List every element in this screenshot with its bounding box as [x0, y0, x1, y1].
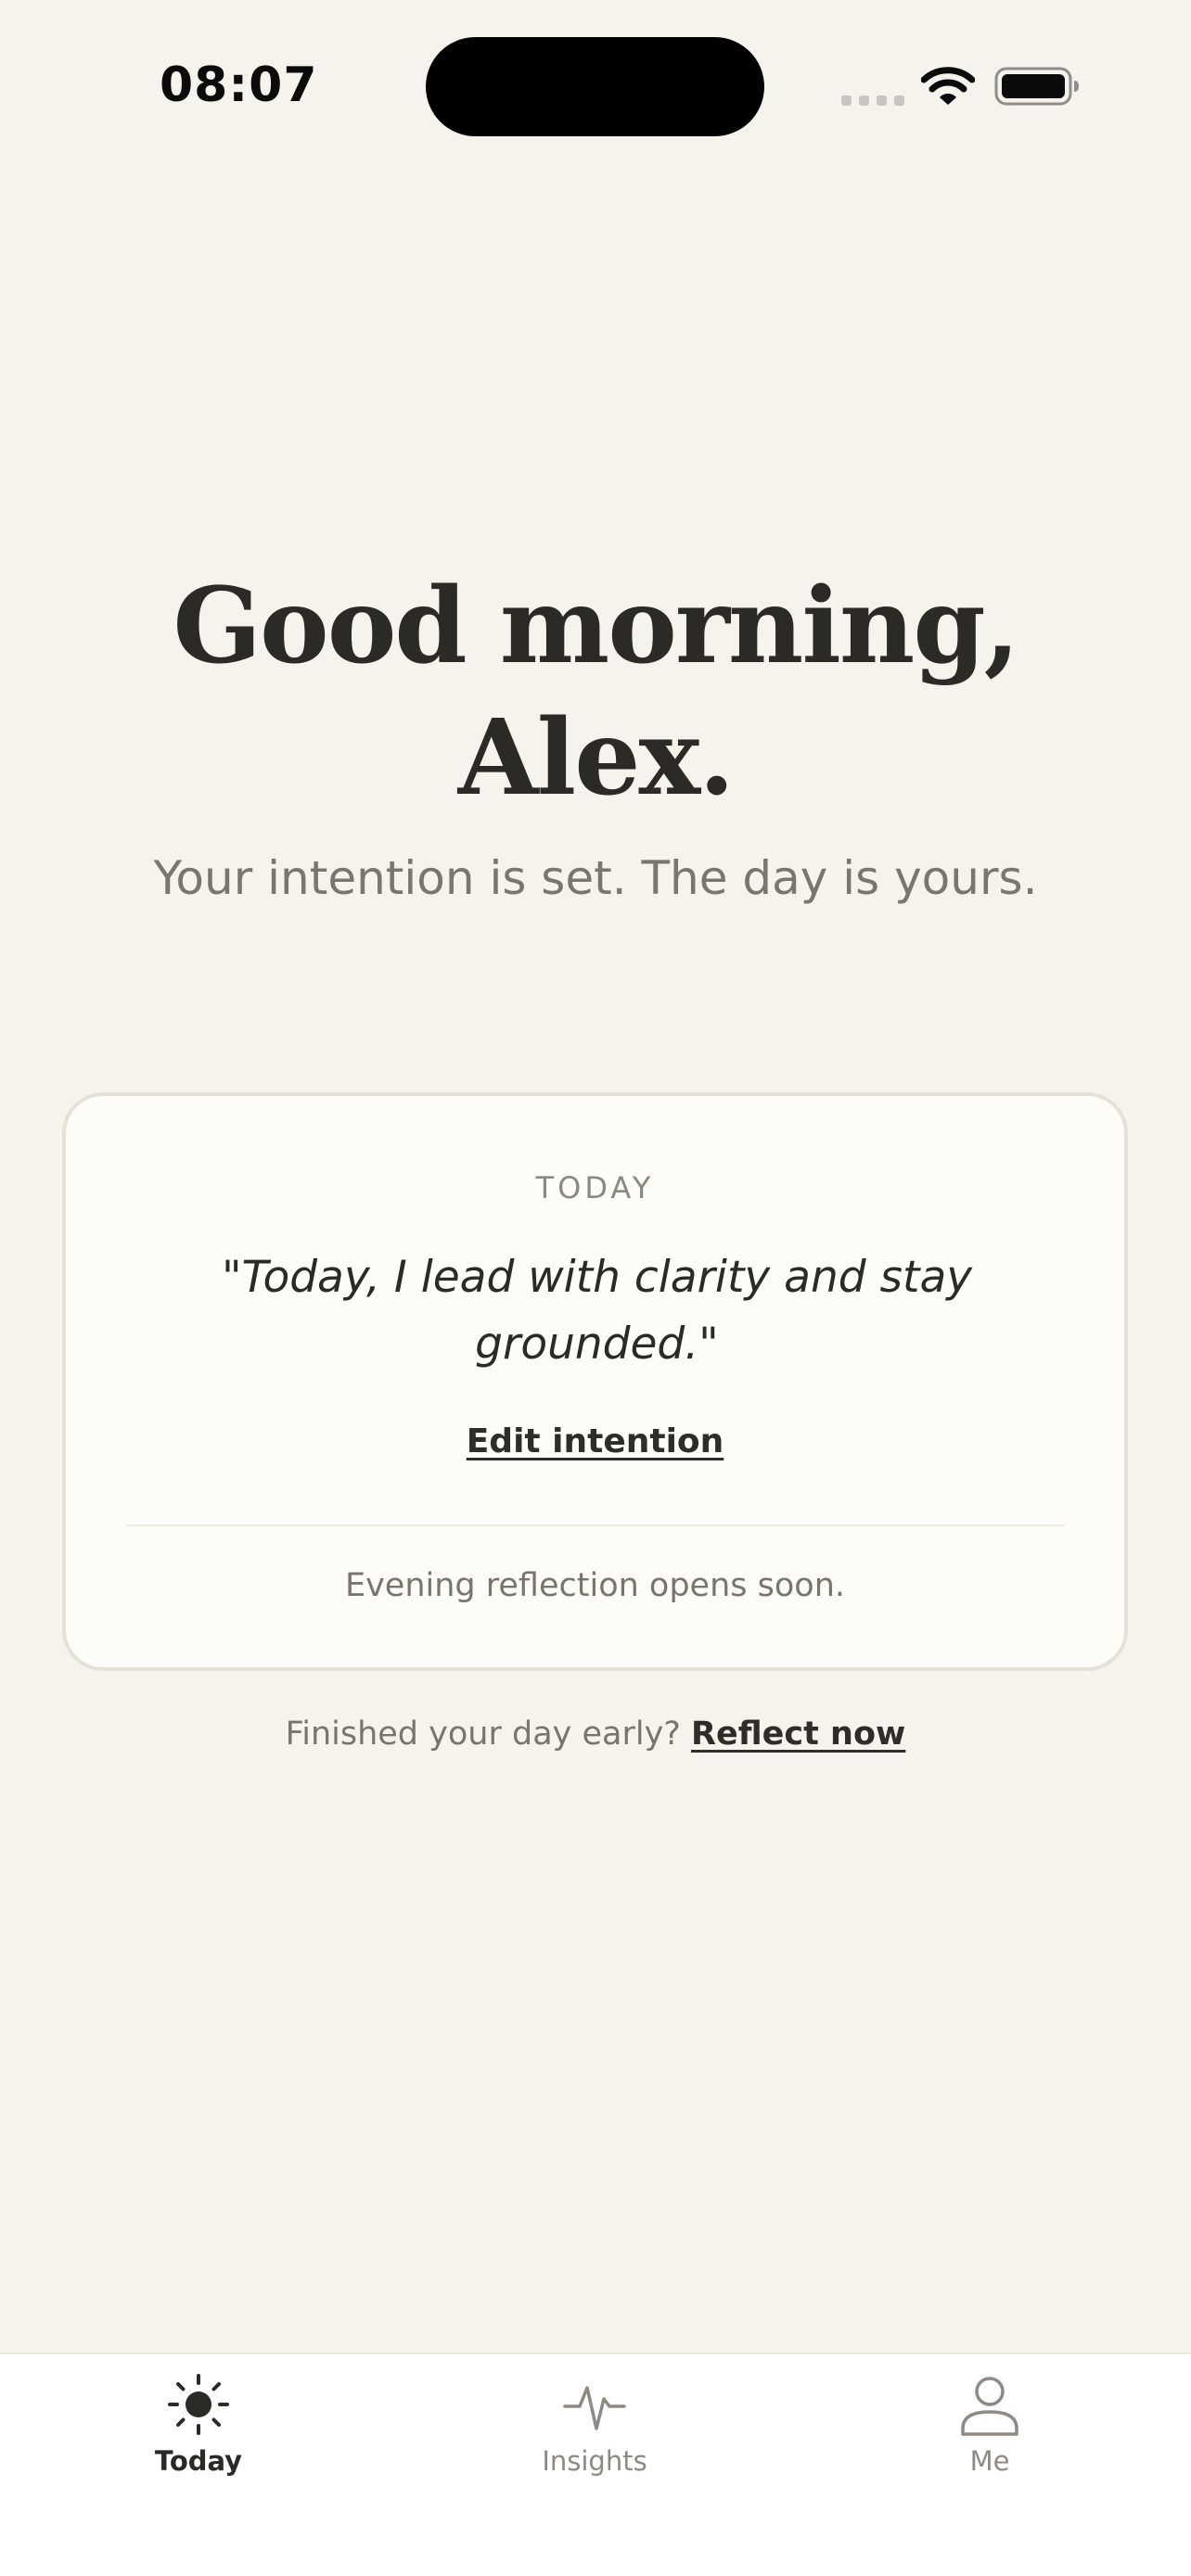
intention-quote: "Today, I lead with clarity and stay gro… [221, 1252, 973, 1370]
evening-reflection-note: Evening reflection opens soon. [344, 1567, 845, 1604]
intention-card: TODAY "Today, I lead with clarity and st… [62, 1092, 1128, 1671]
greeting-heading: Good morning, Alex. [0, 561, 1191, 824]
reflect-prompt-text: Finished your day early? [285, 1715, 681, 1753]
status-time: 08:07 [160, 57, 318, 113]
sun-icon [168, 2374, 229, 2435]
greeting-line-2: Alex. [457, 697, 735, 819]
person-icon [961, 2377, 1018, 2436]
reflect-now-link[interactable]: Reflect now [691, 1715, 905, 1753]
wifi-icon [921, 67, 975, 105]
tab-bar: Today Insights Me [0, 2353, 1191, 2576]
dynamic-island [426, 37, 764, 136]
card-label: TODAY [535, 1170, 655, 1205]
tab-today-label: Today [154, 2445, 243, 2477]
tab-insights[interactable]: Insights [493, 2354, 697, 2503]
card-divider [126, 1524, 1064, 1526]
edit-intention-link[interactable]: Edit intention [66, 1422, 1124, 1460]
tab-today[interactable]: Today [96, 2354, 301, 2503]
reflect-prompt: Finished your day early? Reflect now [0, 1715, 1191, 1753]
screen: 08:07 Good morning, Alex. Your intention… [0, 0, 1191, 2576]
greeting-line-1: Good morning, [173, 566, 1019, 687]
greeting-subtitle: Your intention is set. The day is yours. [153, 851, 1038, 905]
tab-insights-label: Insights [542, 2445, 647, 2477]
status-bar: 08:07 [0, 0, 1191, 176]
battery-icon [994, 67, 1079, 106]
cellular-signal-icon [841, 96, 904, 106]
pulse-icon [563, 2386, 626, 2430]
tab-me[interactable]: Me [888, 2354, 1092, 2503]
tab-me-label: Me [969, 2445, 1010, 2477]
